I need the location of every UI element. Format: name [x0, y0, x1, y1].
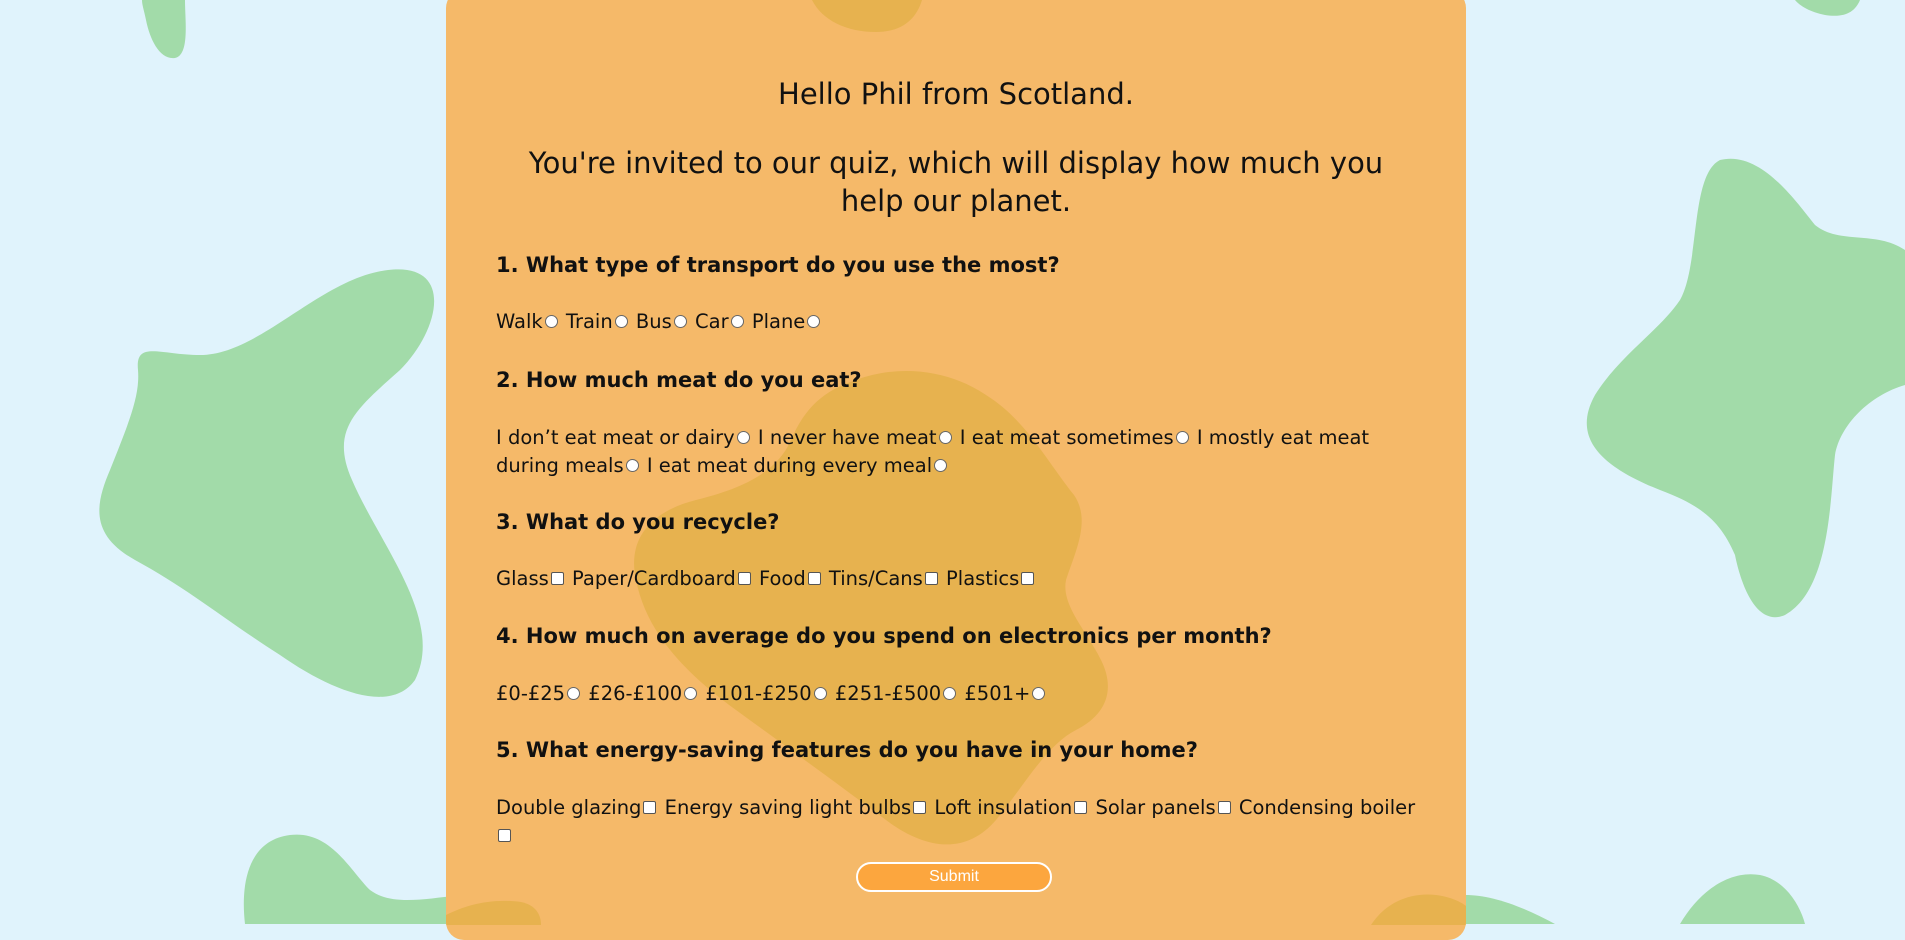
- option-label: £101-£250: [705, 682, 812, 705]
- bus-radio[interactable]: [673, 314, 687, 328]
- option-label: I eat meat sometimes: [959, 426, 1174, 449]
- option-label: Double glazing: [496, 796, 642, 819]
- meat-sometimes-radio[interactable]: [1175, 430, 1189, 444]
- option-label: Car: [695, 310, 729, 333]
- tins-cans-checkbox[interactable]: [924, 571, 938, 585]
- option-label: Food: [758, 567, 806, 590]
- option-label: I never have meat: [757, 426, 937, 449]
- spend-501-plus-radio[interactable]: [1032, 686, 1046, 700]
- option-label: £501+: [964, 682, 1031, 705]
- green-blob-left: [99, 269, 435, 697]
- question-1-title: 1. What type of transport do you use the…: [496, 253, 1060, 277]
- intro-heading: You're invited to our quiz, which will d…: [528, 146, 1384, 218]
- question-3-options: Glass Paper/Cardboard Food Tins/Cans Pla…: [496, 565, 1416, 593]
- question-5-options: Double glazing Energy saving light bulbs…: [496, 794, 1416, 850]
- mostly-meat-radio[interactable]: [625, 458, 639, 472]
- green-blob-top-right: [1795, 0, 1860, 16]
- spend-251-500-radio[interactable]: [943, 686, 957, 700]
- option-label: Plane: [751, 310, 806, 333]
- double-glazing-checkbox[interactable]: [643, 800, 657, 814]
- question-5-title: 5. What energy-saving features do you ha…: [496, 738, 1198, 762]
- glass-checkbox[interactable]: [550, 571, 564, 585]
- card-blob-bottom-left: [446, 900, 541, 925]
- never-meat-radio[interactable]: [938, 430, 952, 444]
- option-label: Paper/Cardboard: [572, 567, 736, 590]
- green-blob-bottom-left: [243, 834, 460, 924]
- option-label: £26-£100: [588, 682, 683, 705]
- option-label: £251-£500: [834, 682, 942, 705]
- question-2-title: 2. How much meat do you eat?: [496, 368, 862, 392]
- option-label: £0-£25: [496, 682, 566, 705]
- spend-0-25-radio[interactable]: [567, 686, 581, 700]
- option-label: Condensing boiler: [1238, 796, 1416, 819]
- option-label: Energy saving light bulbs: [664, 796, 912, 819]
- spend-26-100-radio[interactable]: [684, 686, 698, 700]
- condensing-boiler-checkbox[interactable]: [498, 828, 511, 842]
- option-label: Plastics: [946, 567, 1020, 590]
- plane-radio[interactable]: [807, 314, 821, 328]
- submit-button[interactable]: Submit: [856, 862, 1052, 892]
- green-blob-bottom-right-a: [1465, 895, 1555, 924]
- card-blob-top: [812, 0, 922, 32]
- loft-insulation-checkbox[interactable]: [1074, 800, 1088, 814]
- option-label: Loft insulation: [934, 796, 1073, 819]
- food-checkbox[interactable]: [807, 571, 821, 585]
- question-4-options: £0-£25 £26-£100 £101-£250 £251-£500 £501…: [496, 680, 1416, 708]
- plastics-checkbox[interactable]: [1021, 571, 1035, 585]
- green-blob-right: [1586, 158, 1905, 618]
- no-meat-or-dairy-radio[interactable]: [736, 430, 750, 444]
- energy-saving-bulbs-checkbox[interactable]: [913, 800, 927, 814]
- walk-radio[interactable]: [544, 314, 558, 328]
- option-label: Train: [565, 310, 613, 333]
- quiz-card: Hello Phil from Scotland. You're invited…: [446, 0, 1466, 940]
- option-label: I eat meat during every meal: [646, 454, 933, 477]
- option-label: I don’t eat meat or dairy: [496, 426, 735, 449]
- greeting-heading: Hello Phil from Scotland.: [778, 77, 1134, 111]
- paper-cardboard-checkbox[interactable]: [737, 571, 751, 585]
- green-blob-top-left: [142, 0, 186, 59]
- car-radio[interactable]: [730, 314, 744, 328]
- card-blob-bottom-right: [1371, 894, 1466, 925]
- option-label: Tins/Cans: [828, 567, 923, 590]
- question-3-title: 3. What do you recycle?: [496, 510, 780, 534]
- green-blob-bottom-right-b: [1680, 874, 1805, 924]
- option-label: Solar panels: [1095, 796, 1216, 819]
- question-2-options: I don’t eat meat or dairy I never have m…: [496, 424, 1416, 480]
- question-4-title: 4. How much on average do you spend on e…: [496, 624, 1272, 648]
- train-radio[interactable]: [614, 314, 628, 328]
- option-label: Bus: [635, 310, 672, 333]
- spend-101-250-radio[interactable]: [813, 686, 827, 700]
- question-1-options: Walk Train Bus Car Plane: [496, 308, 1416, 336]
- solar-panels-checkbox[interactable]: [1217, 800, 1231, 814]
- option-label: Glass: [496, 567, 549, 590]
- option-label: Walk: [496, 310, 543, 333]
- every-meal-meat-radio[interactable]: [934, 458, 948, 472]
